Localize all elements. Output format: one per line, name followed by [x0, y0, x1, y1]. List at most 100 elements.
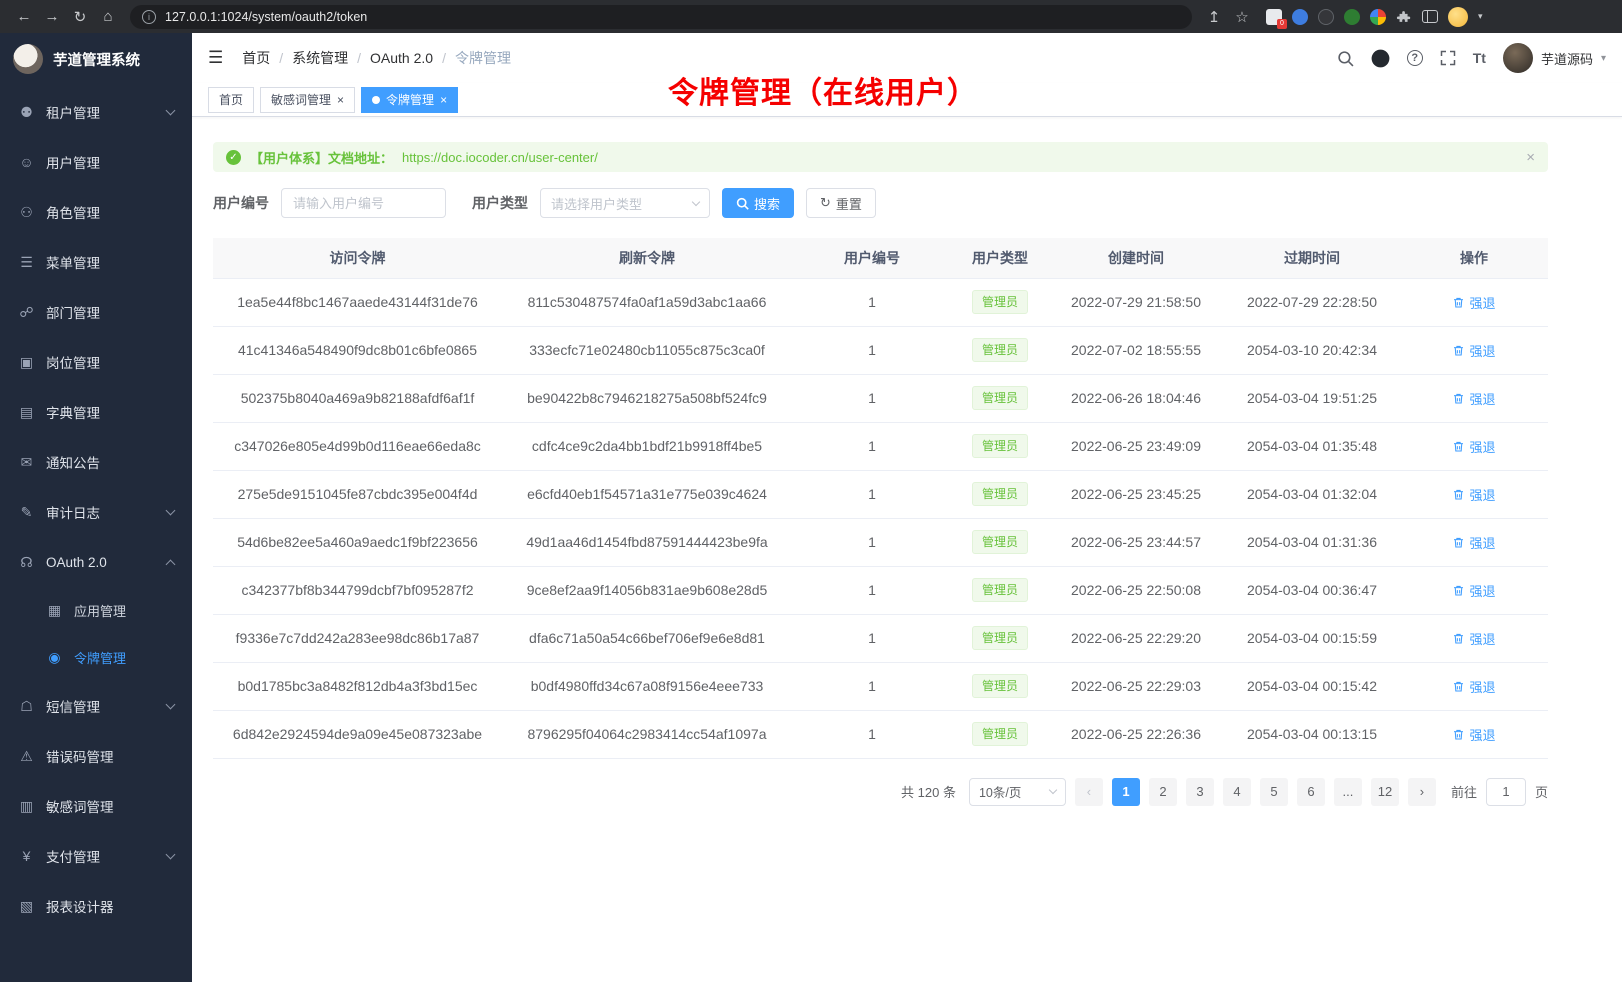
alert-close-icon[interactable]: ×	[1526, 149, 1535, 166]
alert-text: 【用户体系】文档地址：	[250, 148, 393, 167]
extensions-puzzle-icon[interactable]	[1396, 9, 1412, 25]
user-type-select[interactable]: 请选择用户类型	[540, 188, 710, 218]
page-button[interactable]: 4	[1223, 778, 1251, 806]
extension-icon[interactable]	[1292, 9, 1308, 25]
col-actions: 操作	[1400, 238, 1548, 278]
force-logout-label: 强退	[1469, 389, 1495, 408]
fullscreen-icon[interactable]	[1440, 50, 1456, 66]
browser-home-icon[interactable]: ⌂	[94, 4, 122, 30]
browser-profile-avatar[interactable]	[1448, 7, 1468, 27]
font-size-icon[interactable]: Tt	[1473, 50, 1486, 66]
user-id-input[interactable]	[281, 188, 446, 218]
sidebar-item-error-code[interactable]: ⚠ 错误码管理	[0, 731, 192, 781]
force-logout-link[interactable]: 强退	[1452, 725, 1495, 744]
sidebar-item-oauth[interactable]: ☊ OAuth 2.0	[0, 537, 192, 587]
goto-page-input[interactable]	[1486, 778, 1526, 806]
side-panel-icon[interactable]	[1422, 10, 1438, 23]
doc-link[interactable]: https://doc.iocoder.cn/user-center/	[402, 150, 598, 165]
cell-expires: 2054-03-04 00:13:15	[1224, 710, 1400, 758]
address-bar[interactable]: i 127.0.0.1:1024/system/oauth2/token	[130, 5, 1192, 29]
sidebar-item-notice[interactable]: ✉ 通知公告	[0, 437, 192, 487]
search-icon[interactable]	[1337, 50, 1354, 67]
user-caret-icon: ▾	[1601, 53, 1606, 64]
page-button[interactable]: 5	[1260, 778, 1288, 806]
sidebar-item-department[interactable]: ☍ 部门管理	[0, 287, 192, 337]
github-icon[interactable]	[1371, 49, 1390, 68]
force-logout-link[interactable]: 强退	[1452, 629, 1495, 648]
force-logout-link[interactable]: 强退	[1452, 293, 1495, 312]
page-info-icon[interactable]: i	[142, 10, 156, 24]
extension-icon[interactable]: 0	[1266, 9, 1282, 25]
col-user-type: 用户类型	[952, 238, 1048, 278]
page-button[interactable]: 2	[1149, 778, 1177, 806]
col-created: 创建时间	[1048, 238, 1224, 278]
force-logout-label: 强退	[1469, 677, 1495, 696]
next-page-button[interactable]: ›	[1408, 778, 1436, 806]
page-size-select[interactable]: 10条/页	[969, 778, 1066, 806]
force-logout-link[interactable]: 强退	[1452, 389, 1495, 408]
force-logout-link[interactable]: 强退	[1452, 437, 1495, 456]
page-button[interactable]: 1	[1112, 778, 1140, 806]
page-button[interactable]: 12	[1371, 778, 1399, 806]
page-button[interactable]: ...	[1334, 778, 1362, 806]
tab-home[interactable]: 首页	[208, 87, 254, 113]
breadcrumb-separator: /	[357, 50, 361, 66]
sidebar-item-token-management[interactable]: ◉ 令牌管理	[0, 634, 192, 681]
reset-button[interactable]: ↻ 重置	[806, 188, 876, 218]
browser-back-icon[interactable]: ←	[10, 4, 38, 30]
breadcrumb-system[interactable]: 系统管理	[292, 48, 348, 68]
force-logout-link[interactable]: 强退	[1452, 677, 1495, 696]
sidebar-item-audit-log[interactable]: ✎ 审计日志	[0, 487, 192, 537]
user-avatar	[1503, 43, 1533, 73]
cell-refresh-token: 49d1aa46d1454fbd87591444423be9fa	[502, 518, 792, 566]
cell-access-token: 1ea5e44f8bc1467aaede43144f31de76	[213, 278, 502, 326]
extension-icon[interactable]	[1344, 9, 1360, 25]
breadcrumb-oauth[interactable]: OAuth 2.0	[370, 50, 433, 66]
prev-page-button[interactable]: ‹	[1075, 778, 1103, 806]
browser-forward-icon[interactable]: →	[38, 4, 66, 30]
browser-reload-icon[interactable]: ↻	[66, 4, 94, 30]
sidebar-item-user[interactable]: ☺ 用户管理	[0, 137, 192, 187]
help-icon[interactable]: ?	[1407, 50, 1423, 66]
page-button[interactable]: 6	[1297, 778, 1325, 806]
cell-created: 2022-07-29 21:58:50	[1048, 278, 1224, 326]
tab-close-icon[interactable]: ×	[440, 94, 447, 106]
search-button[interactable]: 搜索	[722, 188, 794, 218]
extension-icon[interactable]	[1370, 9, 1386, 25]
collapse-sidebar-icon[interactable]: ☰	[208, 48, 223, 68]
sidebar-item-app-management[interactable]: ▦ 应用管理	[0, 587, 192, 634]
tenant-icon: ⚉	[18, 104, 35, 121]
cell-access-token: 275e5de9151045fe87cbdc395e004f4d	[213, 470, 502, 518]
force-logout-link[interactable]: 强退	[1452, 533, 1495, 552]
sidebar-item-menu[interactable]: ☰ 菜单管理	[0, 237, 192, 287]
extension-icon[interactable]	[1318, 9, 1334, 25]
tab-token-management[interactable]: 令牌管理 ×	[361, 87, 458, 113]
share-icon[interactable]: ↥	[1200, 4, 1228, 30]
cell-created: 2022-06-25 23:45:25	[1048, 470, 1224, 518]
user-menu[interactable]: 芋道源码 ▾	[1503, 43, 1606, 73]
sidebar-item-payment[interactable]: ¥ 支付管理	[0, 831, 192, 881]
tab-close-icon[interactable]: ×	[337, 94, 344, 106]
table-row: 6d842e2924594de9a09e45e087323abe 8796295…	[213, 710, 1548, 758]
breadcrumb-home[interactable]: 首页	[242, 48, 270, 68]
tab-sensitive-word[interactable]: 敏感词管理 ×	[260, 87, 355, 113]
force-logout-link[interactable]: 强退	[1452, 581, 1495, 600]
cell-created: 2022-06-25 22:26:36	[1048, 710, 1224, 758]
sidebar-item-role[interactable]: ⚇ 角色管理	[0, 187, 192, 237]
user-type-tag: 管理员	[972, 434, 1028, 458]
sidebar-item-tenant[interactable]: ⚉ 租户管理	[0, 87, 192, 137]
force-logout-link[interactable]: 强退	[1452, 485, 1495, 504]
bookmark-star-icon[interactable]: ☆	[1228, 4, 1256, 30]
sidebar-item-post[interactable]: ▣ 岗位管理	[0, 337, 192, 387]
sidebar-item-report-designer[interactable]: ▧ 报表设计器	[0, 881, 192, 931]
cell-user-type: 管理员	[952, 470, 1048, 518]
page-button[interactable]: 3	[1186, 778, 1214, 806]
sidebar-item-sms[interactable]: ☖ 短信管理	[0, 681, 192, 731]
browser-profile-caret-icon[interactable]: ▾	[1478, 11, 1483, 22]
sidebar-item-dict[interactable]: ▤ 字典管理	[0, 387, 192, 437]
user-type-tag: 管理员	[972, 722, 1028, 746]
force-logout-link[interactable]: 强退	[1452, 341, 1495, 360]
user-type-tag: 管理员	[972, 338, 1028, 362]
sidebar-item-sensitive-word[interactable]: ▥ 敏感词管理	[0, 781, 192, 831]
app-logo: 芋道管理系统	[0, 33, 192, 85]
